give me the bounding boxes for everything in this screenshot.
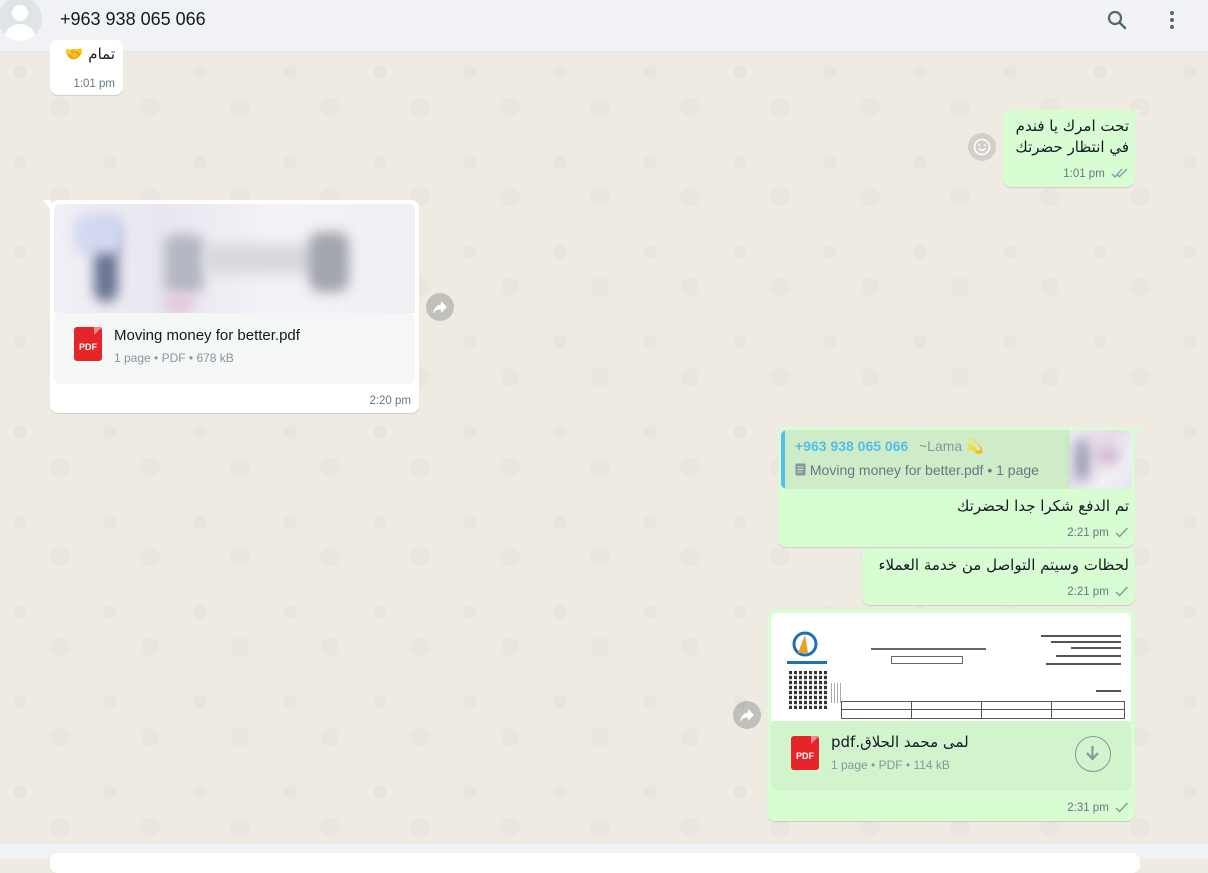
message-text-line: تحت امرك يا فندم: [1015, 117, 1129, 135]
message-time: 2:20 pm: [369, 395, 411, 407]
double-tick-icon: [1111, 169, 1128, 179]
message-time: 2:31 pm: [1067, 802, 1109, 814]
document-card[interactable]: PDF Moving money for better.pdf 1 page •…: [54, 313, 415, 384]
message-input[interactable]: [50, 853, 1140, 873]
compose-footer: [0, 844, 1208, 873]
message-text: لحظات وسيتم التواصل من خدمة العملاء: [878, 556, 1129, 574]
message-bubble-outgoing[interactable]: تحت امرك يا فندم في انتظار حضرتك 1:01 pm: [1003, 110, 1142, 187]
message-time: 1:01 pm: [1063, 168, 1105, 180]
forward-button[interactable]: [733, 701, 761, 729]
document-message-incoming[interactable]: PDF Moving money for better.pdf 1 page •…: [43, 200, 419, 413]
quote-sender-alias: ~Lama 💫: [919, 438, 984, 454]
download-icon: [1086, 746, 1099, 761]
forward-icon: [740, 709, 754, 722]
menu-dots-icon[interactable]: [1160, 8, 1184, 32]
message-bubble-outgoing-reply[interactable]: +963 938 065 066 ~Lama 💫 Moving money fo…: [778, 427, 1142, 547]
quoted-message[interactable]: +963 938 065 066 ~Lama 💫 Moving money fo…: [781, 430, 1132, 489]
search-icon[interactable]: [1105, 8, 1129, 32]
emoji-reaction-button[interactable]: [968, 133, 996, 161]
chat-header: +963 938 065 066: [0, 0, 1208, 52]
single-tick-icon: [1115, 802, 1129, 813]
document-card[interactable]: PDF لمى محمد الحلاق.pdf 1 page • PDF • 1…: [771, 721, 1131, 791]
message-text: تم الدفع شكرا جدا لحضرتك: [957, 497, 1129, 515]
quote-sender: +963 938 065 066: [795, 438, 909, 454]
message-bubble-incoming[interactable]: تمام 🤝 1:01 pm: [50, 40, 123, 95]
document-name: Moving money for better.pdf: [114, 327, 300, 344]
document-icon: [795, 463, 806, 476]
forward-icon: [433, 301, 447, 314]
message-meta: 2:21 pm: [1067, 527, 1129, 539]
quote-text-row: Moving money for better.pdf • 1 page: [795, 462, 1039, 478]
message-time: 1:01 pm: [73, 78, 115, 90]
company-logo: [789, 631, 821, 657]
smiley-icon: [973, 138, 991, 156]
contact-avatar[interactable]: [0, 0, 42, 41]
quote-accent-bar: [781, 430, 785, 489]
contact-name[interactable]: +963 938 065 066: [60, 9, 206, 30]
message-time: 2:21 pm: [1067, 586, 1109, 598]
single-tick-icon: [1115, 586, 1129, 597]
document-meta: 1 page • PDF • 678 kB: [114, 351, 234, 365]
message-meta: 2:21 pm: [1067, 586, 1129, 598]
pdf-file-icon: PDF: [74, 327, 102, 361]
document-preview-thumbnail[interactable]: [54, 204, 415, 313]
message-meta: 1:01 pm: [1063, 168, 1129, 180]
document-name: لمى محمد الحلاق.pdf: [831, 733, 969, 751]
document-message-outgoing[interactable]: PDF لمى محمد الحلاق.pdf 1 page • PDF • 1…: [767, 609, 1135, 821]
message-bubble-outgoing[interactable]: لحظات وسيتم التواصل من خدمة العملاء 2:21…: [862, 549, 1135, 605]
forward-button[interactable]: [426, 293, 454, 321]
download-button[interactable]: [1075, 736, 1111, 772]
pdf-file-icon: PDF: [791, 736, 819, 770]
quote-text: Moving money for better.pdf • 1 page: [809, 462, 1039, 478]
document-preview-thumbnail[interactable]: [771, 613, 1131, 721]
quote-thumbnail: [1070, 430, 1132, 489]
message-time: 2:21 pm: [1067, 527, 1109, 539]
document-meta: 1 page • PDF • 114 kB: [831, 758, 950, 772]
message-text: تمام 🤝: [64, 45, 115, 63]
message-meta: 2:31 pm: [1067, 802, 1129, 814]
message-text-line: في انتظار حضرتك: [1015, 138, 1129, 156]
single-tick-icon: [1115, 527, 1129, 538]
